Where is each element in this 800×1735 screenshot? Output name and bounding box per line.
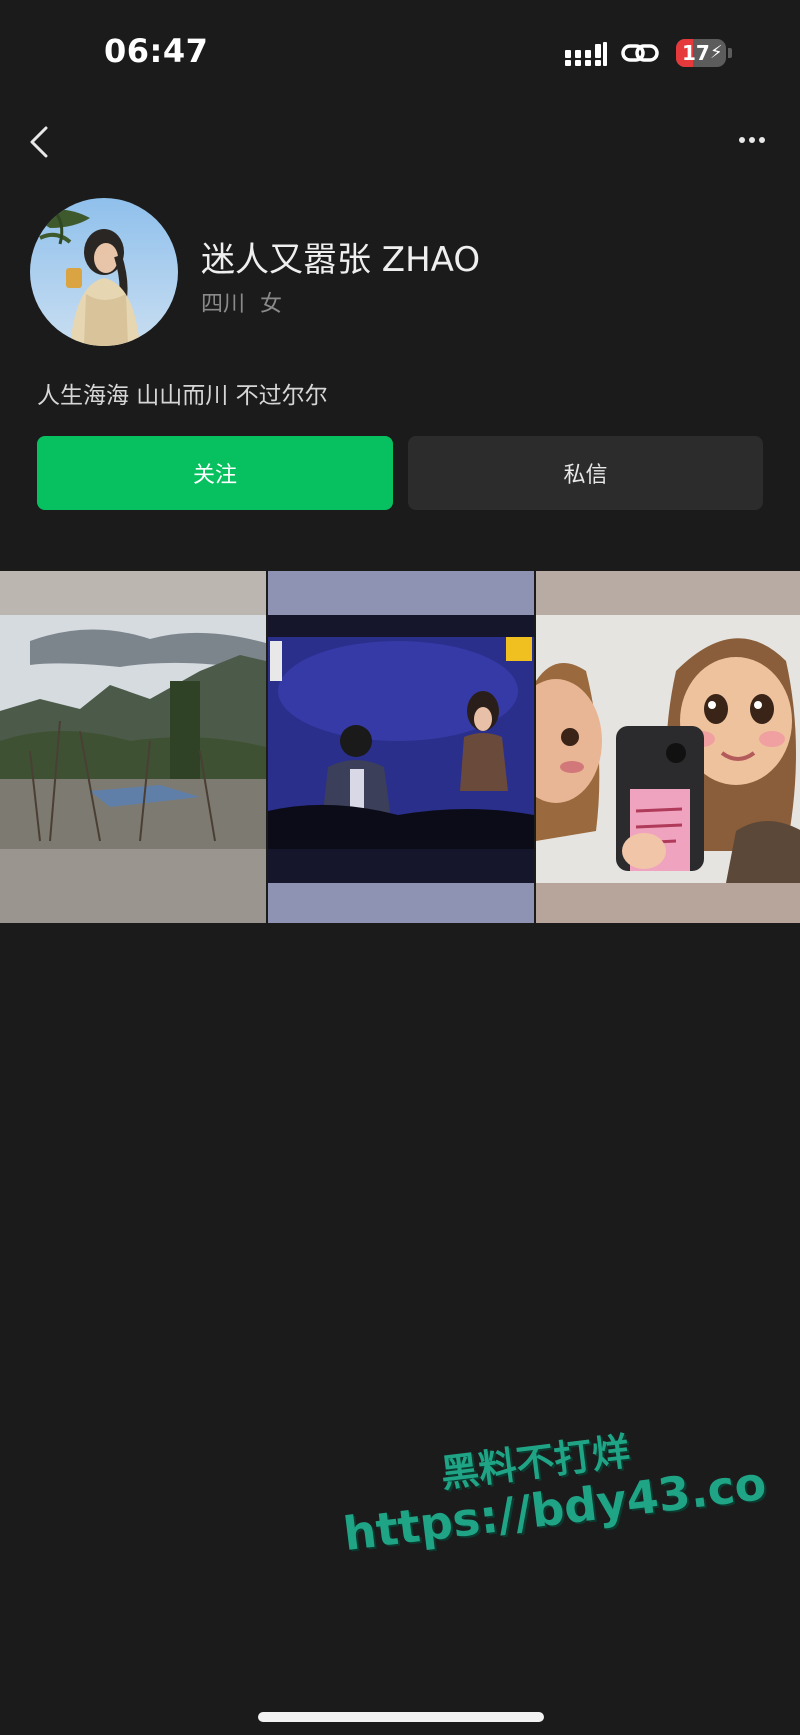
- stage-performance-photo[interactable]: [268, 571, 534, 923]
- charging-bolt-icon: ⚡: [710, 42, 723, 63]
- watermark: 黑料不打烊 https://bdy43.co: [334, 1404, 772, 1595]
- home-indicator[interactable]: [258, 1712, 544, 1722]
- avatar[interactable]: [30, 198, 178, 346]
- mountain-landscape-photo[interactable]: [0, 571, 266, 923]
- battery-level-text: 17: [682, 41, 710, 65]
- profile-bio: 人生海海 山山而川 不过尔尔: [37, 383, 328, 409]
- message-button[interactable]: 私信: [408, 436, 763, 510]
- profile-location: 四川: [201, 292, 246, 317]
- status-time: 06:47: [104, 32, 209, 70]
- link-icon: [621, 44, 659, 62]
- signal-icon: [565, 42, 607, 66]
- battery-charging-icon: 17 ⚡: [676, 39, 732, 69]
- profile-name: 迷人又嚣张 ZHAO: [201, 240, 481, 280]
- cartoon-selfie-photo[interactable]: [536, 571, 800, 923]
- profile-gender: 女: [260, 292, 283, 317]
- follow-button[interactable]: 关注: [37, 436, 393, 510]
- chevron-left-icon[interactable]: [24, 122, 54, 162]
- profile-meta: 四川 女: [201, 286, 282, 318]
- more-icon[interactable]: [736, 128, 768, 152]
